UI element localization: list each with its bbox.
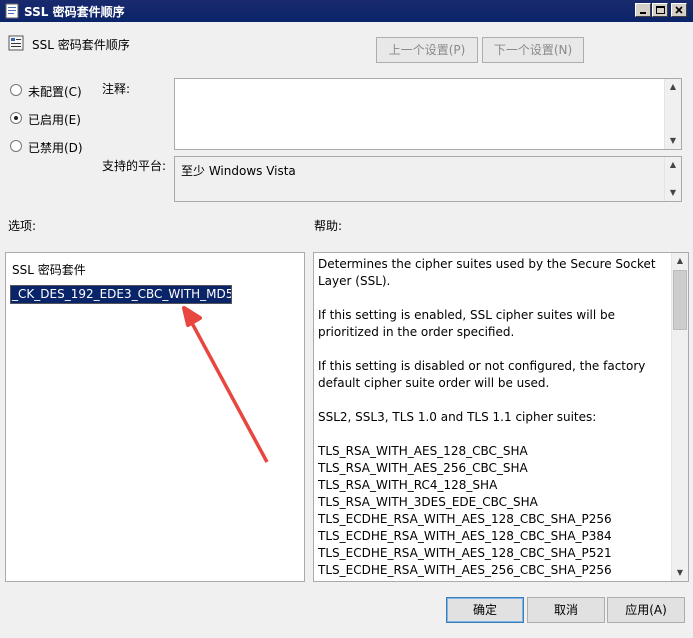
cipher-suite-item: TLS_RSA_WITH_AES_128_CBC_SHA [318, 444, 528, 458]
cipher-suite-item: TLS_ECDHE_RSA_WITH_AES_128_CBC_SHA_P256 [318, 512, 612, 526]
cipher-suite-item: TLS_RSA_WITH_3DES_EDE_CBC_SHA [318, 495, 538, 509]
scroll-thumb[interactable] [673, 270, 687, 330]
cipher-suite-item: TLS_RSA_WITH_RC4_128_SHA [318, 478, 498, 492]
scroll-down-icon[interactable]: ▼ [672, 565, 688, 581]
help-content: Determines the cipher suites used by the… [318, 256, 670, 579]
help-paragraph: SSL2, SSL3, TLS 1.0 and TLS 1.1 cipher s… [318, 410, 597, 424]
scroll-up-icon[interactable]: ▲ [672, 253, 688, 269]
help-paragraph: Determines the cipher suites used by the… [318, 257, 656, 288]
ok-button[interactable]: 确定 [446, 597, 524, 623]
help-scrollbar[interactable]: ▲ ▼ [671, 253, 688, 581]
cipher-suite-item: TLS_ECDHE_RSA_WITH_AES_128_CBC_SHA_P384 [318, 529, 612, 543]
help-paragraph: If this setting is enabled, SSL cipher s… [318, 308, 616, 339]
cancel-button[interactable]: 取消 [527, 597, 605, 623]
help-paragraph: If this setting is disabled or not confi… [318, 359, 646, 390]
cipher-suite-item: TLS_ECDHE_RSA_WITH_AES_256_CBC_SHA_P256 [318, 563, 612, 577]
cipher-suite-item: TLS_RSA_WITH_AES_256_CBC_SHA [318, 461, 528, 475]
apply-button[interactable]: 应用(A) [607, 597, 685, 623]
cipher-suite-item: TLS_ECDHE_RSA_WITH_AES_128_CBC_SHA_P521 [318, 546, 612, 560]
help-panel: Determines the cipher suites used by the… [313, 252, 689, 582]
